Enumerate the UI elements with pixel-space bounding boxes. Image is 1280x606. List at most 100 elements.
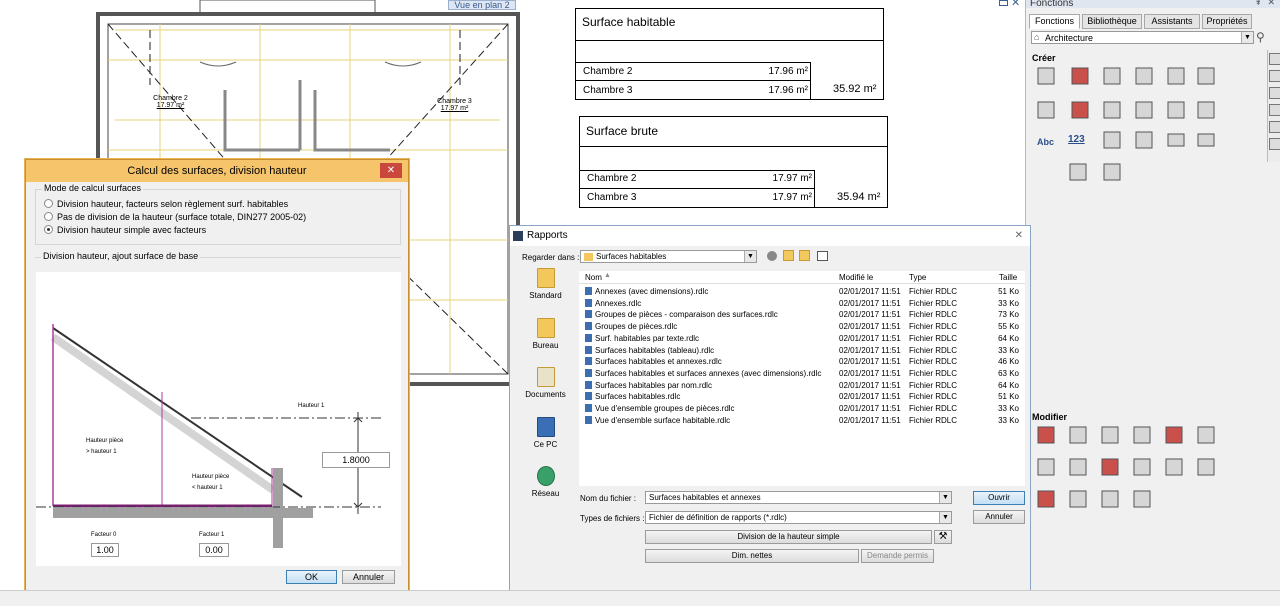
chevron-down-icon[interactable]: ▼ (744, 251, 756, 262)
category-select[interactable]: ⌂ Architecture ▼ (1031, 31, 1254, 44)
new-folder-icon[interactable] (799, 250, 810, 261)
room-area-chambre3: 17.97 m² (440, 105, 469, 112)
facteur0-input[interactable]: 1.00 (91, 543, 119, 557)
place-label: Réseau (531, 489, 560, 498)
panel-close-icon[interactable]: ✕ (1267, 0, 1275, 8)
pin-icon[interactable]: ⇞ (1254, 0, 1262, 8)
elevation-icon[interactable] (1269, 70, 1280, 82)
radio-label: Pas de division de la hauteur (surface t… (57, 212, 307, 222)
column-icon (1071, 67, 1089, 85)
view-tag[interactable]: Vue en plan 2 (448, 0, 516, 10)
back-icon[interactable] (767, 251, 777, 261)
col-modified[interactable]: Modifié le (839, 273, 873, 282)
hauteur1-input[interactable]: 1.8000 (322, 452, 390, 468)
label-icon (1167, 133, 1185, 147)
file-name: Annexes (avec dimensions).rdlc (585, 286, 708, 297)
col-type[interactable]: Type (909, 273, 926, 282)
cancel-button[interactable]: Annuler (342, 570, 395, 584)
style-icon (1197, 133, 1215, 147)
filename-input[interactable]: Surfaces habitables et annexes ▼ (645, 491, 952, 504)
filetype-value: Fichier de définition de rapports (*.rdl… (649, 513, 787, 522)
file-row[interactable]: Groupes de pièces.rdlc 02/01/2017 11:51 Fi… (579, 321, 1025, 332)
tab-fonctions[interactable]: Fonctions (1029, 14, 1080, 29)
file-name-text: Annexes.rdlc (595, 298, 642, 308)
move-icon (1037, 426, 1055, 444)
file-row[interactable]: Vue d'ensemble groupes de pièces.rdlc 02/… (579, 403, 1025, 414)
numbering-icon[interactable]: 123 (1068, 134, 1085, 145)
file-row[interactable]: Annexes.rdlc 02/01/2017 11:51 Fichier RDLC… (579, 298, 1025, 309)
chevron-down-icon[interactable]: ▼ (1241, 32, 1253, 43)
abc-icon[interactable]: Abc (1037, 137, 1054, 147)
file-date: 02/01/2017 11:51 (839, 322, 901, 332)
radio-option-1[interactable]: Division hauteur, facteurs selon règleme… (44, 199, 288, 210)
section-icon[interactable] (1269, 87, 1280, 99)
demande-permis-button[interactable]: Demande permis (861, 549, 934, 563)
close-button[interactable]: ✕ (380, 163, 402, 178)
file-row[interactable]: Surfaces habitables et surfaces annexes … (579, 368, 1025, 379)
file-type: Fichier RDLC (909, 333, 958, 343)
open-button[interactable]: Ouvrir (973, 491, 1025, 505)
facteur1-input[interactable]: 0.00 (199, 543, 229, 557)
tab-assistants[interactable]: Assistants (1144, 14, 1200, 29)
filetype-select[interactable]: Fichier de définition de rapports (*.rdl… (645, 511, 952, 524)
division-button[interactable]: Division de la hauteur simple (645, 530, 932, 544)
file-size: 63 Ko (998, 368, 1019, 378)
table-row-label: Chambre 3 (587, 192, 637, 203)
file-type: Fichier RDLC (909, 287, 958, 296)
file-row[interactable]: Surfaces habitables.rdlc 02/01/2017 11:51… (579, 391, 1025, 402)
search-icon[interactable]: ⚲ (1256, 30, 1265, 44)
room-icon (1167, 67, 1185, 85)
file-list-header: Nom ▲ Modifié le Type Taille (579, 271, 1025, 284)
create-icons-grid[interactable] (1034, 62, 1224, 187)
file-name: Annexes.rdlc (585, 298, 641, 309)
place-ce-pc[interactable]: Ce PC (518, 417, 573, 449)
status-bar (0, 590, 1280, 606)
file-icon (585, 310, 592, 319)
file-row[interactable]: Groupes de pièces - comparaison des surf… (579, 309, 1025, 320)
place-label: Standard (529, 291, 562, 300)
roof-section-diagram (36, 324, 381, 548)
view-menu-icon[interactable] (817, 251, 828, 261)
chevron-down-icon[interactable]: ▼ (939, 512, 951, 523)
place-documents[interactable]: Documents (518, 367, 573, 399)
file-row[interactable]: Surfaces habitables et annexes.rdlc 02/01… (579, 356, 1025, 367)
edit-icon[interactable] (1269, 138, 1280, 150)
place-standard[interactable]: Standard (518, 268, 573, 300)
functions-panel: Fonctions ⇞ ✕ Fonctions Bibliothèque Ass… (1025, 0, 1280, 590)
file-row[interactable]: Vue d'ensemble surface habitable.rdlc 02/… (579, 415, 1025, 426)
layer-icon[interactable] (1269, 121, 1280, 133)
close-icon[interactable]: ✕ (1015, 226, 1023, 246)
close-icon[interactable]: ✕ (1011, 0, 1020, 9)
file-date: 02/01/2017 11:51 (839, 287, 901, 296)
tab-bibliotheque[interactable]: Bibliothèque (1082, 14, 1142, 29)
radio-option-2[interactable]: Pas de division de la hauteur (surface t… (44, 212, 306, 223)
table-surface-habitable: Surface habitable Chambre 2 17.96 m² Cha… (575, 8, 884, 100)
dim-nettes-button[interactable]: Dim. nettes (645, 549, 859, 563)
plan-icon[interactable] (1269, 53, 1280, 65)
up-folder-icon[interactable] (783, 250, 794, 261)
modify-icons-grid[interactable] (1034, 423, 1224, 513)
look-in-select[interactable]: Surfaces habitables ▼ (580, 250, 757, 263)
radio-option-3[interactable]: Division hauteur simple avec facteurs (44, 225, 206, 236)
col-name[interactable]: Nom (585, 273, 602, 282)
file-row[interactable]: Annexes (avec dimensions).rdlc 02/01/2017… (579, 286, 1025, 297)
renumber-icon (1165, 426, 1183, 444)
network-icon (536, 466, 555, 486)
tools-icon[interactable]: ⚒ (934, 530, 952, 544)
place-reseau[interactable]: Réseau (518, 466, 573, 498)
file-row[interactable]: Surf. habitables par texte.rdlc 02/01/201… (579, 333, 1025, 344)
place-bureau[interactable]: Bureau (518, 318, 573, 350)
col-size[interactable]: Taille (999, 273, 1017, 282)
file-icon (585, 357, 592, 366)
ok-button[interactable]: OK (286, 570, 337, 584)
view-icon[interactable] (1269, 104, 1280, 116)
chevron-down-icon[interactable]: ▼ (939, 492, 951, 503)
file-row[interactable]: Surfaces habitables (tableau).rdlc 02/01/… (579, 345, 1025, 356)
zoom-icon (1037, 458, 1055, 476)
tab-proprietes[interactable]: Propriétés (1202, 14, 1252, 29)
file-row[interactable]: Surfaces habitables par nom.rdlc 02/01/20… (579, 380, 1025, 391)
radio-selected-icon (44, 225, 53, 234)
restore-icon[interactable] (999, 0, 1008, 6)
file-type: Fichier RDLC (909, 368, 958, 378)
cancel-button[interactable]: Annuler (973, 510, 1025, 524)
